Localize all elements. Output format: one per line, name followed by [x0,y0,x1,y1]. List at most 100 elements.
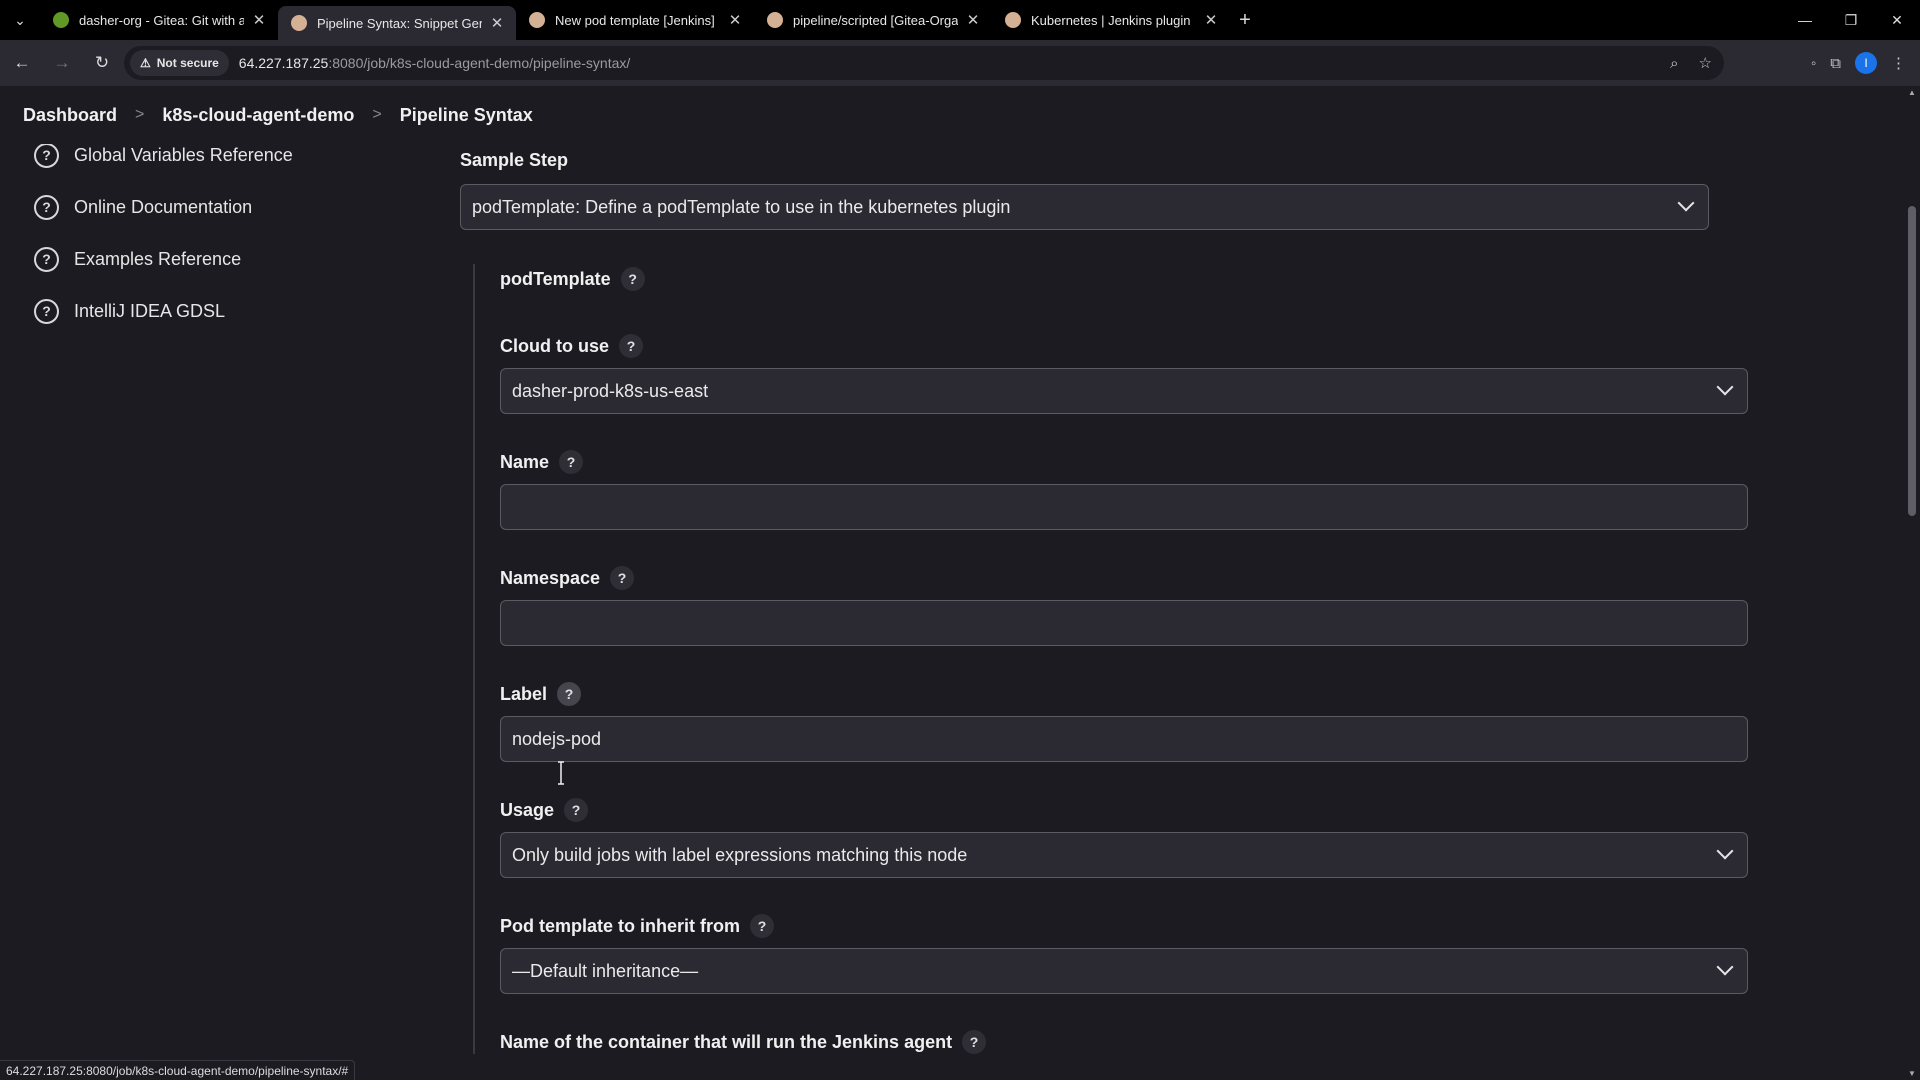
restore-icon[interactable]: ❐ [1828,0,1874,40]
usage-label-text: Usage [500,799,555,820]
tab-new-pod-template[interactable]: New pod template [Jenkins] ✕ [516,0,754,40]
chevron-down-icon [1716,378,1734,396]
label-input[interactable]: nodejs-pod [500,716,1748,762]
zoom-icon[interactable]: ⌕ [1670,55,1678,72]
help-icon[interactable]: ? [610,566,635,590]
sample-step-select[interactable]: podTemplate: Define a podTemplate to use… [460,184,1709,230]
cloud-select[interactable]: dasher-prod-k8s-us-east [500,368,1748,414]
inherit-label: Pod template to inherit from ? [500,914,1773,938]
extensions-icon[interactable]: ⧉ [1830,55,1841,72]
inherit-value: —Default inheritance— [512,960,699,981]
inherit-label-text: Pod template to inherit from [500,915,741,936]
chevron-down-icon [1677,194,1695,212]
tab-close-icon[interactable]: ✕ [250,11,268,29]
warning-icon: ⚠ [140,56,151,70]
tab-close-icon[interactable]: ✕ [1202,11,1220,29]
chevron-right-icon: > [135,106,145,123]
form-title-text: podTemplate [500,268,611,289]
help-icon[interactable]: ? [750,914,775,938]
forward-button[interactable]: → [44,45,80,81]
breadcrumb-dashboard[interactable]: Dashboard [23,105,117,126]
bookmark-star-icon[interactable]: ☆ [1699,54,1712,72]
main-panel: Sample Step podTemplate: Define a podTem… [460,150,1710,230]
namespace-label-text: Namespace [500,567,601,588]
page-scrollbar[interactable]: ▲ ▼ [1904,86,1920,1080]
sidebar-item-examples-reference[interactable]: ? Examples Reference [34,233,394,285]
tab-pipeline-syntax[interactable]: Pipeline Syntax: Snippet Generator ✕ [278,6,516,40]
tab-title: New pod template [Jenkins] [555,12,715,28]
tab-title: dasher-org - Gitea: Git with a cup of te… [79,12,244,28]
profile-avatar[interactable]: I [1855,52,1877,74]
gitea-favicon-icon [53,12,69,28]
help-icon[interactable]: ? [557,682,582,706]
container-label-text: Name of the container that will run the … [500,1031,953,1052]
scroll-down-icon[interactable]: ▼ [1904,1069,1920,1078]
chevron-down-icon [1716,842,1734,860]
tab-close-icon[interactable]: ✕ [964,11,982,29]
tab-search-button[interactable]: ⌄ [0,0,40,40]
url-host: 64.227.187.25 [238,55,329,71]
toolbar-actions: ◦ ⧉ I ⋮ [1811,40,1920,86]
label-label-text: Label [500,683,548,704]
breadcrumb-pipeline-syntax[interactable]: Pipeline Syntax [400,105,533,126]
pod-template-form: podTemplate ? Cloud to use ? dasher-prod… [473,264,1773,1054]
sidebar-item-intellij-gdsl[interactable]: ? IntelliJ IDEA GDSL [34,285,394,337]
scrollbar-thumb[interactable] [1908,206,1916,516]
cloud-label-text: Cloud to use [500,335,609,356]
cloud-label: Cloud to use ? [500,334,1773,358]
text-cursor-icon [558,761,564,785]
usage-value: Only build jobs with label expressions m… [512,844,968,865]
back-button[interactable]: ← [4,45,40,81]
sidebar-item-label: Global Variables Reference [74,144,293,165]
close-window-icon[interactable]: ✕ [1874,0,1920,40]
window-controls: — ❐ ✕ [1782,0,1920,40]
sample-step-value: podTemplate: Define a podTemplate to use… [472,196,1011,217]
reload-button[interactable]: ↻ [84,45,120,81]
tab-pipeline-scripted[interactable]: pipeline/scripted [Gitea-Organization] ✕ [754,0,992,40]
tab-close-icon[interactable]: ✕ [726,11,744,29]
help-circle-icon: ? [34,194,59,220]
help-circle-icon: ? [34,142,59,168]
cast-icon[interactable]: ◦ [1811,55,1816,72]
scroll-up-icon[interactable]: ▲ [1904,88,1920,97]
container-label: Name of the container that will run the … [500,1030,1773,1054]
namespace-label: Namespace ? [500,566,1773,590]
label-label: Label ? [500,682,1773,706]
name-input[interactable] [500,484,1748,530]
help-icon[interactable]: ? [559,450,584,474]
sidebar-item-online-documentation[interactable]: ? Online Documentation [34,181,394,233]
inherit-select[interactable]: —Default inheritance— [500,948,1748,994]
url-text[interactable]: 64.227.187.25:8080/job/k8s-cloud-agent-d… [239,55,631,71]
tab-title: Pipeline Syntax: Snippet Generator [317,15,482,31]
minimize-icon[interactable]: — [1782,0,1828,40]
tab-title: Kubernetes | Jenkins plugin [1031,12,1191,28]
usage-select[interactable]: Only build jobs with label expressions m… [500,832,1748,878]
jenkins-favicon-icon [767,12,783,28]
tab-gitea[interactable]: dasher-org - Gitea: Git with a cup of te… [40,0,278,40]
menu-kebab-icon[interactable]: ⋮ [1891,54,1906,72]
status-url: 64.227.187.25:8080/job/k8s-cloud-agent-d… [0,1060,356,1080]
sample-step-label: Sample Step [460,150,569,170]
breadcrumb-job[interactable]: k8s-cloud-agent-demo [162,105,354,126]
help-icon[interactable]: ? [620,267,645,291]
help-icon[interactable]: ? [564,798,589,822]
chevron-right-icon: > [372,106,382,123]
namespace-input[interactable] [500,600,1748,646]
tab-kubernetes-plugin[interactable]: Kubernetes | Jenkins plugin ✕ [992,0,1230,40]
breadcrumb: Dashboard > k8s-cloud-agent-demo > Pipel… [0,86,1904,144]
name-label-text: Name [500,451,550,472]
browser-toolbar: ← → ↻ ⚠ Not secure 64.227.187.25:8080/jo… [0,40,1920,86]
security-chip[interactable]: ⚠ Not secure [130,50,229,76]
tab-title: pipeline/scripted [Gitea-Organization] [793,12,958,28]
jenkins-favicon-icon [291,15,307,31]
tab-strip: ⌄ dasher-org - Gitea: Git with a cup of … [0,0,1920,40]
sidebar: ? Global Variables Reference ? Online Do… [34,142,394,337]
tab-close-icon[interactable]: ✕ [488,14,506,32]
new-tab-button[interactable]: + [1230,9,1260,32]
address-bar[interactable]: ⚠ Not secure 64.227.187.25:8080/job/k8s-… [124,46,1724,80]
help-icon[interactable]: ? [962,1030,987,1054]
help-icon[interactable]: ? [619,334,643,358]
name-label: Name ? [500,450,1773,474]
help-circle-icon: ? [34,298,59,324]
form-title: podTemplate ? [500,264,1773,294]
